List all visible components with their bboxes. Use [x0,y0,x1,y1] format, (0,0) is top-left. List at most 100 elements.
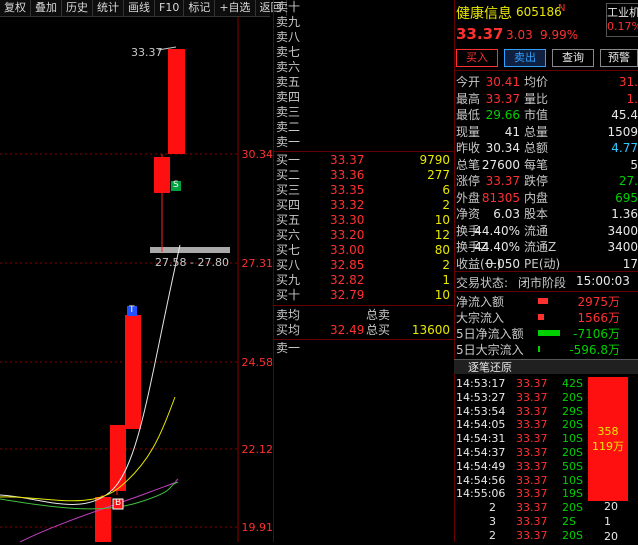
side-vol: 20 [604,530,618,543]
buy-volume: 12 [434,228,450,242]
quote-label: PE(动) [524,256,561,271]
sell-level-label: 卖十 [276,0,301,14]
toolbar-button-add-watch[interactable]: +自选 [215,0,256,16]
trade-time: 14:54:56 [456,473,506,487]
buy-price: 33.00 [330,243,365,257]
fund-flow-value: -7106万 [573,327,620,341]
trade-time: 14:53:27 [456,390,506,404]
quote-value: 30.34 [485,141,520,155]
toolbar-button-draw[interactable]: 画线 [124,0,155,16]
toolbar-button-overlay[interactable]: 叠加 [31,0,62,16]
trade-time: 14:53:54 [456,404,506,418]
divider [454,271,638,272]
buy-level-row[interactable]: 买六 33.20 12 [276,228,454,243]
trade-time: 3 [489,515,496,528]
quote-value: 17 [622,256,638,271]
fund-flow-row: 5日大宗流入 -596.8万 [456,342,638,358]
quote-row: 外盘 81305 内盘 695 [456,190,638,206]
buy-level-row[interactable]: 买一 33.37 9790 [276,153,454,168]
sell-level-label: 卖八 [276,30,301,44]
buy-level-row[interactable]: 买三 33.35 6 [276,183,454,198]
divider [454,291,638,292]
buy-price: 32.85 [330,258,365,272]
fund-flow-label: 5日大宗流入 [456,343,524,357]
trade-time: 14:54:05 [456,418,506,432]
quote-label: 跌停 [524,174,549,188]
alert-button[interactable]: 预警 [600,49,638,67]
buy-level-row[interactable]: 买五 33.30 10 [276,213,454,228]
range-label: 27.58 - 27.80 [155,256,229,269]
buy-level-row[interactable]: 买二 33.36 277 [276,168,454,183]
divider [274,305,454,306]
sell-level-label: 卖九 [276,15,301,29]
avg-buy-label: 买均 [276,323,301,337]
industry-box[interactable]: 工业机 0.17% [606,3,638,37]
buy-level-row[interactable]: 买四 33.32 2 [276,198,454,213]
buy-volume: 6 [442,183,450,197]
buy-level-label: 买二 [276,168,301,182]
toolbar-button-f10[interactable]: F10 [155,0,185,16]
quote-value: 81305 [481,190,520,205]
buy-level-label: 买七 [276,243,301,257]
trade-time: 14:54:49 [456,459,506,473]
quote-value: 33.37 [485,174,520,188]
buy-price: 32.82 [330,273,365,287]
buy-price: 33.30 [330,213,365,227]
trade-price: 33.37 [516,528,548,542]
quote-label: 总量 [524,124,549,139]
quote-row: 今开 30.41 均价 31. [456,74,638,90]
quote-label: 最高 [456,91,481,106]
quote-label: 净资 [456,207,481,221]
divider [274,339,454,340]
toolbar-button-fuquan[interactable]: 复权 [0,0,31,16]
fund-flow-value: 1566万 [577,311,620,325]
trade-volume: 50S [562,459,583,473]
buy-price: 33.36 [330,168,365,182]
toolbar-button-history[interactable]: 历史 [62,0,93,16]
trades-title: 逐笔还原 [468,361,512,374]
buy-level-row[interactable]: 买十 32.79 10 [276,288,454,303]
trade-volume: 20S [562,390,583,404]
quote-label: 股本 [524,207,549,221]
buy-level-row[interactable]: 买八 32.85 2 [276,258,454,273]
quote-row: 净资 6.03 股本 1.36 [456,206,638,222]
trade-price: 33.37 [516,515,548,528]
trade-volume: 42S [562,377,583,390]
stock-code: 605186 [516,5,562,19]
sell-marker-text: S [173,180,179,190]
buy-volume: 2 [442,198,450,212]
buy-level-label: 买八 [276,258,301,272]
quote-value: 3400 [607,223,638,238]
divider [274,151,454,152]
y-axis-label: 22.12 [241,443,274,456]
sell-button[interactable]: 卖出 [504,49,546,67]
quote-value: 29.66 [485,108,520,122]
buy-volume: 10 [434,213,450,227]
buy-level-row[interactable]: 买九 32.82 1 [276,273,454,288]
quote-label: 流通Z [524,240,557,254]
quote-panel: 健康信息 605186 N 工业机 0.17% 33.37 3.03 9.99%… [454,0,638,543]
buy-level-label: 买六 [276,228,301,242]
trade-time: 14:55:06 [456,487,506,501]
buy-marker-text: B [115,498,122,508]
toolbar-button-stats[interactable]: 统计 [93,0,124,16]
sell-level-label: 卖三 [276,105,301,119]
high-price-label: 33.37 [131,46,163,59]
buy-price: 33.20 [330,228,365,242]
buy-button[interactable]: 买入 [456,49,498,67]
buy-level-row[interactable]: 买七 33.00 80 [276,243,454,258]
trade-price: 33.37 [516,446,548,459]
chart-toolbar: 复权 叠加 历史 统计 画线 F10 标记 +自选 返回 [0,0,287,17]
quote-row: 涨停 33.37 跌停 27. [456,173,638,189]
buy-level-label: 买十 [276,288,301,302]
query-button[interactable]: 查询 [552,49,594,67]
industry-pct: 0.17% [607,20,638,33]
side-volume-b: 119万 [592,440,624,453]
top-marker-text: T [129,305,135,315]
trades-header[interactable]: 逐笔还原 [454,359,638,374]
quote-value: 0.050 [485,256,520,271]
quote-row: 最高 33.37 量比 1. [456,91,638,107]
buy-level-label: 买三 [276,183,301,197]
kline-chart[interactable]: 33.37 27.58 - 27.80 S T B 30.34 27.31 24… [0,17,274,543]
toolbar-button-mark[interactable]: 标记 [184,0,216,16]
